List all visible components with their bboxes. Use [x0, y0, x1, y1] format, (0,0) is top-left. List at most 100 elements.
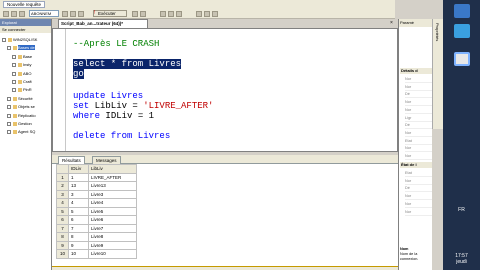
toolbar-icon-13[interactable] — [204, 11, 210, 17]
property-row[interactable]: Nor — [405, 193, 432, 201]
expand-icon[interactable] — [12, 88, 16, 93]
tree-item[interactable]: Sécurité — [7, 95, 33, 102]
property-row[interactable]: Nor — [405, 201, 432, 208]
table-row[interactable]: 9 9 Livre9 — [56, 240, 137, 250]
expand-icon[interactable] — [12, 79, 16, 84]
table-row[interactable]: 5 5 Livre5 — [56, 206, 137, 216]
expand-icon[interactable] — [12, 54, 16, 59]
cell-libliv[interactable]: Livre10 — [88, 249, 137, 259]
cell-libliv[interactable]: Livre4 — [88, 198, 137, 208]
cell-libliv[interactable]: Livre13 — [88, 181, 137, 191]
row-number[interactable]: 4 — [56, 198, 69, 208]
cell-libliv[interactable]: Livre9 — [88, 240, 137, 250]
expand-icon[interactable] — [7, 121, 11, 126]
cell-libliv[interactable]: Livre8 — [88, 232, 137, 242]
toolbar-icon-5[interactable] — [70, 11, 76, 17]
cell-idliv[interactable]: 4 — [68, 198, 89, 208]
table-row[interactable]: 3 3 Livre3 — [56, 189, 137, 199]
language-indicator[interactable]: FR — [443, 207, 480, 213]
tree-item[interactable]: Agent SQ — [7, 128, 35, 135]
expand-icon[interactable] — [7, 130, 11, 135]
toolbar-icon-12[interactable] — [196, 11, 202, 17]
properties-section-details[interactable]: Détails d — [400, 68, 432, 74]
toolbar-icon-9[interactable] — [160, 11, 166, 17]
toolbar-icon-7[interactable] — [132, 11, 138, 17]
tree-item[interactable]: Objets se — [7, 103, 35, 110]
toolbar-icon-10[interactable] — [168, 11, 174, 17]
column-header-libliv[interactable]: LibLiv — [88, 164, 137, 174]
property-row[interactable]: Nor — [405, 99, 432, 107]
toolbar-icon-6[interactable] — [78, 11, 84, 17]
property-row[interactable]: Dé — [405, 185, 432, 193]
tree-item[interactable]: Bases de — [7, 44, 35, 51]
table-row[interactable]: 1 1 LIVRE_AFTER — [56, 172, 137, 182]
property-row[interactable]: Etat — [405, 138, 432, 145]
row-number[interactable]: 7 — [56, 223, 69, 233]
property-row[interactable]: Nor — [405, 145, 432, 153]
cell-idliv[interactable]: 9 — [68, 240, 89, 250]
expand-icon[interactable] — [7, 105, 11, 110]
tree-item[interactable]: PlnR — [12, 86, 32, 93]
new-query-button[interactable]: Nouvelle requête — [3, 1, 46, 8]
connect-button[interactable]: Se connecter — [0, 26, 51, 33]
row-number[interactable]: 2 — [56, 181, 69, 191]
expand-icon[interactable] — [7, 46, 11, 51]
app-icon-1[interactable] — [454, 4, 470, 18]
property-row[interactable]: Nor — [405, 178, 432, 185]
column-header-idliv[interactable]: IDLiv — [68, 164, 89, 174]
row-number[interactable]: 10 — [56, 249, 69, 259]
database-select[interactable]: ABONNEM — [29, 10, 59, 17]
toolbar-icon-4[interactable] — [62, 11, 68, 17]
table-row[interactable]: 4 4 Livre4 — [56, 198, 137, 208]
row-number[interactable]: 5 — [56, 206, 69, 216]
row-number[interactable]: 1 — [56, 172, 69, 182]
cell-idliv[interactable]: 6 — [68, 215, 89, 225]
expand-icon[interactable] — [12, 63, 16, 68]
property-row[interactable]: Ligr — [405, 115, 432, 122]
property-row[interactable]: Nor — [405, 153, 432, 160]
tab-messages[interactable]: Messages — [92, 156, 121, 164]
table-row[interactable]: 10 10 Livre10 — [56, 249, 137, 259]
tree-item[interactable]: Base — [12, 53, 32, 60]
row-number[interactable]: 9 — [56, 240, 69, 250]
table-row[interactable]: 2 13 Livre13 — [56, 181, 137, 191]
cell-idliv[interactable]: 8 — [68, 232, 89, 242]
toolbar-icon-3[interactable] — [19, 11, 25, 17]
tree-item[interactable]: Insty — [12, 61, 31, 68]
expand-icon[interactable] — [2, 37, 6, 42]
cell-idliv[interactable]: 1 — [68, 172, 89, 182]
expand-icon[interactable] — [7, 113, 11, 118]
expand-icon[interactable] — [7, 96, 11, 101]
tree-item[interactable]: WIN2SQL\SK — [2, 36, 37, 43]
row-number[interactable]: 6 — [56, 215, 69, 225]
toolbar-icon-1[interactable] — [3, 11, 9, 17]
property-row[interactable]: Dé — [405, 122, 432, 130]
toolbar-icon-8[interactable] — [140, 11, 146, 17]
property-row[interactable]: Dé — [405, 91, 432, 99]
query-editor[interactable]: --Après LE CRASH select * from Livres go… — [52, 28, 398, 152]
table-row[interactable]: 6 6 Livre6 — [56, 215, 137, 225]
property-row[interactable]: Nor — [405, 209, 432, 216]
tree-item[interactable]: ABO — [12, 70, 31, 77]
table-row[interactable]: 8 8 Livre8 — [56, 232, 137, 242]
property-row[interactable]: Nor — [405, 107, 432, 114]
cell-libliv[interactable]: Livre3 — [88, 189, 137, 199]
close-icon[interactable]: × — [390, 20, 393, 26]
cell-idliv[interactable]: 10 — [68, 249, 89, 259]
cell-libliv[interactable]: Livre5 — [88, 206, 137, 216]
row-number[interactable]: 3 — [56, 189, 69, 199]
property-row[interactable]: Nor — [405, 76, 432, 83]
execute-button[interactable]: ! Exécuter — [93, 10, 127, 17]
cell-libliv[interactable]: Livre6 — [88, 215, 137, 225]
properties-side-tab[interactable]: Propriétés — [432, 19, 443, 129]
property-row[interactable]: Nor — [405, 130, 432, 137]
document-tab[interactable]: Script_Bab_an...trateur (64))* — [58, 19, 148, 28]
row-number[interactable]: 8 — [56, 232, 69, 242]
expand-icon[interactable] — [12, 71, 16, 76]
toolbar-icon-14[interactable] — [212, 11, 218, 17]
cell-idliv[interactable]: 13 — [68, 181, 89, 191]
table-row[interactable]: 7 7 Livre7 — [56, 223, 137, 233]
cell-idliv[interactable]: 7 — [68, 223, 89, 233]
cell-idliv[interactable]: 3 — [68, 189, 89, 199]
tree-item[interactable]: Réplicatio — [7, 112, 36, 119]
